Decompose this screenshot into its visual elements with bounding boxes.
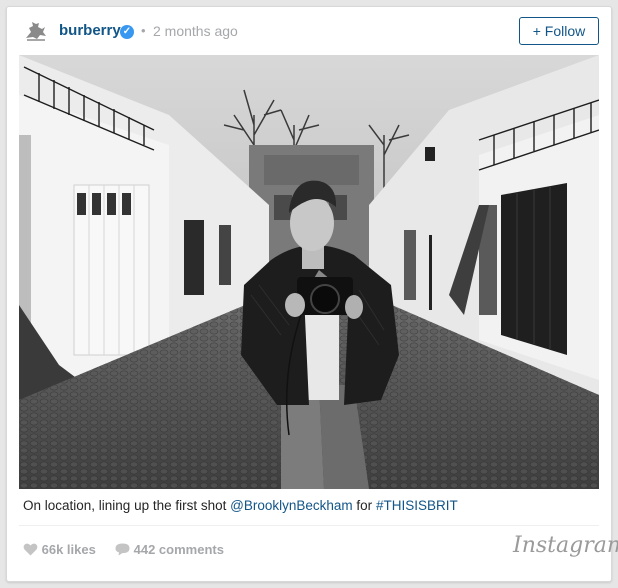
comments-count[interactable]: 442 comments xyxy=(115,541,224,557)
verified-badge-icon: ✓ xyxy=(120,25,134,39)
post-footer: 66k likes 442 comments Instagram xyxy=(7,531,618,579)
comments-label: 442 comments xyxy=(133,542,224,558)
likes-count[interactable]: 66k likes xyxy=(23,541,96,557)
likes-label: 66k likes xyxy=(41,542,96,558)
instagram-logo[interactable]: Instagram xyxy=(513,533,618,558)
hashtag-link[interactable]: #THISISBRIT xyxy=(376,498,458,513)
footer-divider xyxy=(19,525,599,526)
post-timestamp[interactable]: 2 months ago xyxy=(153,23,238,39)
post-header: burberry ✓ • 2 months ago + Follow xyxy=(7,7,611,55)
embed-card: burberry ✓ • 2 months ago + Follow On lo… xyxy=(6,6,618,582)
heart-icon xyxy=(23,543,38,556)
post-photo[interactable] xyxy=(19,55,599,489)
follow-button[interactable]: + Follow xyxy=(519,17,599,45)
burberry-knight-logo-icon[interactable] xyxy=(23,20,48,42)
comment-bubble-icon xyxy=(115,543,130,556)
post-caption: On location, lining up the first shot @B… xyxy=(23,498,458,513)
caption-connector: for xyxy=(356,498,373,513)
separator-dot: • xyxy=(141,23,146,38)
username-link[interactable]: burberry xyxy=(59,22,121,39)
photo-illustration xyxy=(19,55,599,489)
mention-link[interactable]: @BrooklynBeckham xyxy=(230,498,353,513)
caption-text: On location, lining up the first shot xyxy=(23,498,227,513)
